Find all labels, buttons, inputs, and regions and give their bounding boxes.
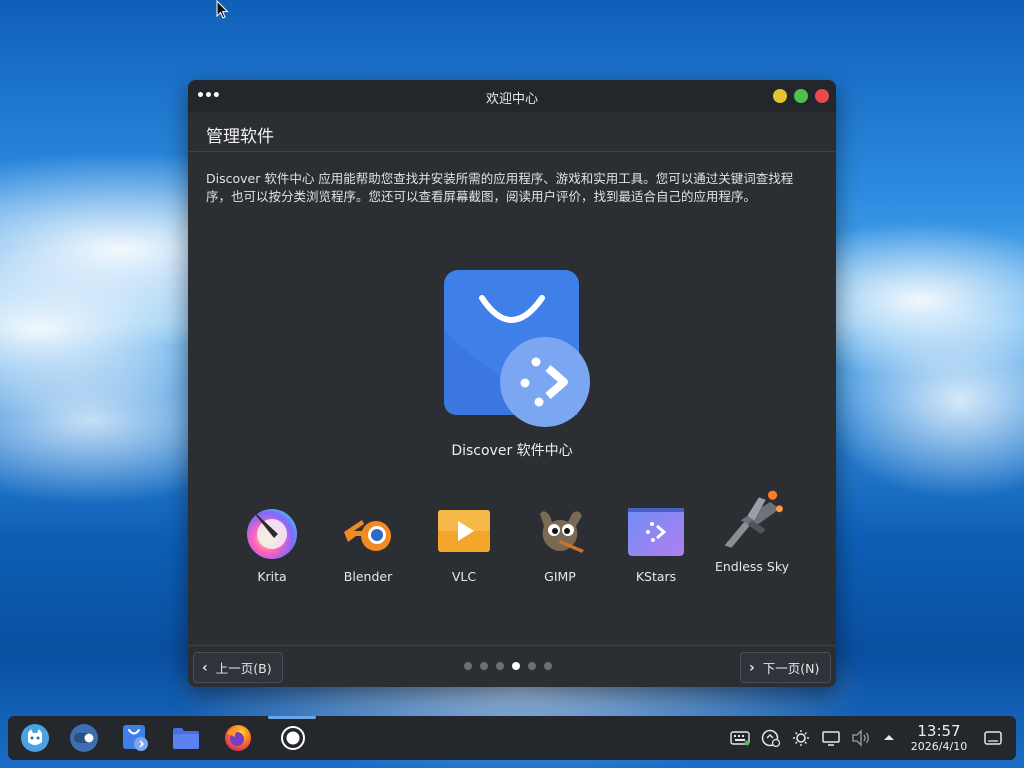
kstars-icon [628,508,684,556]
page-dot[interactable] [496,662,504,670]
volume-icon[interactable] [851,729,871,747]
clock[interactable]: 13:57 2026/4/10 [906,723,972,754]
next-page-button[interactable]: › 下一页(N) [740,652,831,683]
app-item-kstars[interactable]: KStars [608,504,704,586]
system-settings-icon[interactable] [69,723,99,753]
app-label: GIMP [544,569,576,584]
page-dot[interactable] [528,662,536,670]
page-dot-active[interactable] [512,662,520,670]
mouse-cursor-icon [216,0,229,19]
app-label: Krita [257,569,287,584]
app-label: KStars [635,569,677,584]
header-divider [188,151,836,152]
screen-recorder-icon[interactable] [278,723,308,753]
app-label: Blender [343,569,393,584]
display-icon[interactable] [821,729,841,747]
app-item-vlc[interactable]: VLC [416,504,512,586]
page-indicator [464,662,552,670]
close-button[interactable] [815,89,829,103]
app-item-gimp[interactable]: GIMP [512,504,608,586]
page-dot[interactable] [480,662,488,670]
maximize-button[interactable] [794,89,808,103]
app-label: VLC [451,569,477,584]
firefox-icon[interactable] [223,723,253,753]
gimp-icon [540,511,584,553]
show-desktop-icon[interactable] [983,729,1003,747]
krita-icon [247,508,297,559]
application-launcher-icon[interactable] [20,723,50,753]
footer-divider [188,645,836,646]
tray-expand-icon[interactable] [879,729,899,747]
page-dot[interactable] [464,662,472,670]
previous-page-button[interactable]: ‹ 上一页(B) [193,652,283,683]
page-dot[interactable] [544,662,552,670]
hero-app-label: Discover 软件中心 [451,443,573,459]
brightness-icon[interactable] [791,729,811,747]
taskbar: 13:57 2026/4/10 [8,716,1016,760]
window-title: 欢迎中心 [485,92,538,107]
featured-apps-row: Krita Blender VLC GIMP KStars Endless Sk… [224,490,808,604]
chevron-left-icon: ‹ [202,659,208,676]
page-description: Discover 软件中心 应用能帮助您查找并安装所需的应用程序、游戏和实用工具… [206,171,794,204]
page-title: 管理软件 [206,127,274,147]
next-page-label: 下一页(N) [762,661,820,676]
blender-icon [344,520,391,551]
minimize-button[interactable] [773,89,787,103]
active-task-indicator [268,716,316,719]
title-bar[interactable]: ••• 欢迎中心 [188,80,836,112]
file-manager-icon[interactable] [171,723,201,753]
update-status-icon[interactable] [761,729,781,747]
endless-sky-icon [724,490,783,548]
discover-icon[interactable] [120,723,150,753]
keyboard-layout-icon[interactable] [730,729,750,747]
app-item-endless-sky[interactable]: Endless Sky [704,486,800,576]
chevron-right-icon: › [749,659,755,676]
welcome-center-window: ••• 欢迎中心 管理软件 Discover 软件中心 应用能帮助您查找并安装所… [188,80,836,687]
vlc-icon [438,510,490,552]
app-item-krita[interactable]: Krita [224,504,320,586]
previous-page-label: 上一页(B) [215,661,272,676]
discover-icon[interactable] [444,270,594,430]
clock-date: 2026/4/10 [910,740,968,753]
clock-time: 13:57 [917,722,961,740]
app-label: Endless Sky [714,559,790,574]
app-item-blender[interactable]: Blender [320,504,416,586]
